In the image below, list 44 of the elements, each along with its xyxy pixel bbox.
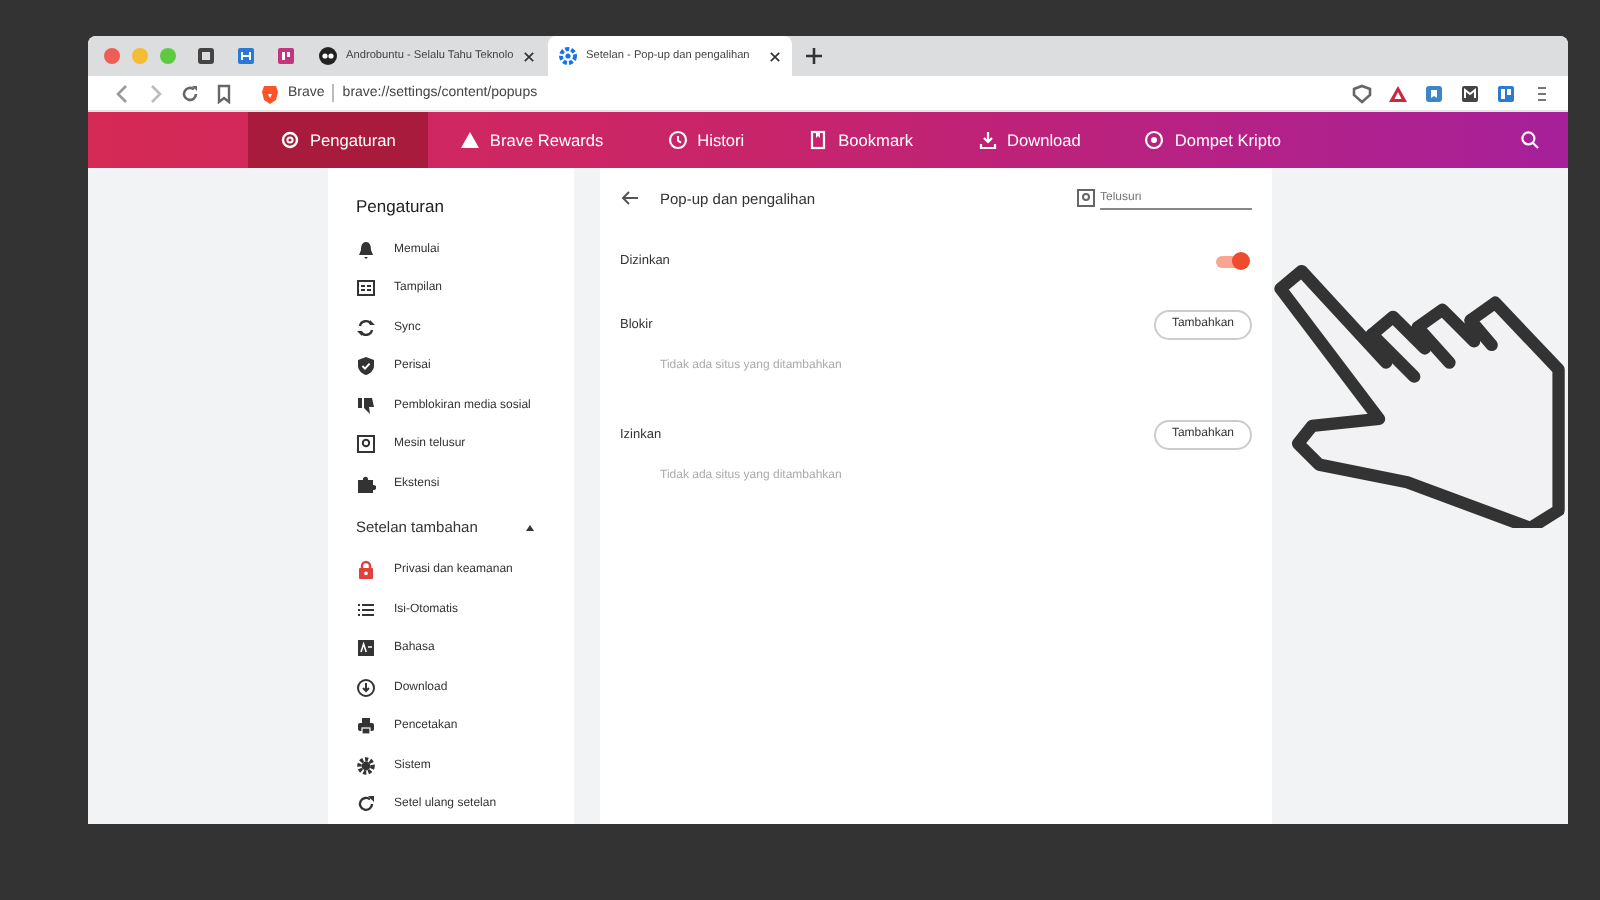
pinned-tab-icon[interactable] — [276, 46, 296, 66]
nav-tab[interactable]: Bookmark — [776, 112, 945, 168]
lion-icon — [260, 83, 280, 103]
triangle-icon[interactable] — [1388, 83, 1408, 103]
lock-icon — [356, 560, 376, 581]
nav-tab[interactable]: Dompet Kripto — [1112, 112, 1313, 168]
toggle-switch[interactable] — [1216, 255, 1248, 267]
shield-icon — [356, 356, 376, 377]
reload-icon[interactable] — [180, 83, 200, 103]
shield-icon[interactable] — [1352, 83, 1372, 103]
close-icon[interactable] — [768, 49, 782, 63]
new-tab-icon[interactable] — [804, 46, 824, 66]
layout-icon — [356, 278, 376, 299]
sync-icon — [356, 317, 376, 338]
download-icon — [977, 130, 997, 150]
clock-icon — [667, 130, 688, 150]
back-icon[interactable] — [112, 83, 132, 103]
nav-tab[interactable]: Histori — [635, 112, 777, 168]
translate-icon — [356, 638, 376, 659]
nav-tab[interactable]: Brave Rewards — [427, 112, 636, 168]
bookmark-icon — [808, 130, 829, 150]
search-box-icon — [356, 434, 376, 455]
extension-icon[interactable] — [1460, 83, 1480, 103]
close-icon[interactable] — [521, 49, 536, 63]
download-circle-icon — [356, 677, 376, 698]
extension-icon[interactable] — [1496, 83, 1516, 103]
favicon-icon — [318, 46, 338, 66]
triangle-icon — [459, 130, 480, 150]
pinned-tab-icon[interactable] — [196, 46, 216, 66]
search-box-icon — [1076, 188, 1096, 208]
bookmark-icon[interactable] — [214, 83, 234, 103]
nav-tab[interactable]: Pengaturan — [248, 112, 428, 168]
reset-icon — [356, 794, 376, 815]
printer-icon — [356, 716, 376, 737]
sidebar-heading: Pengaturan — [356, 196, 446, 216]
pinned-tab-icon[interactable] — [236, 46, 256, 66]
list-icon — [356, 599, 376, 620]
search-icon[interactable] — [1520, 130, 1540, 150]
thumbs-down-icon — [356, 395, 376, 416]
nav-tab[interactable]: Download — [945, 112, 1113, 168]
menu-icon[interactable] — [1532, 83, 1552, 103]
puzzle-icon — [356, 473, 376, 494]
bell-icon — [356, 239, 376, 260]
back-arrow-icon[interactable] — [620, 188, 640, 208]
